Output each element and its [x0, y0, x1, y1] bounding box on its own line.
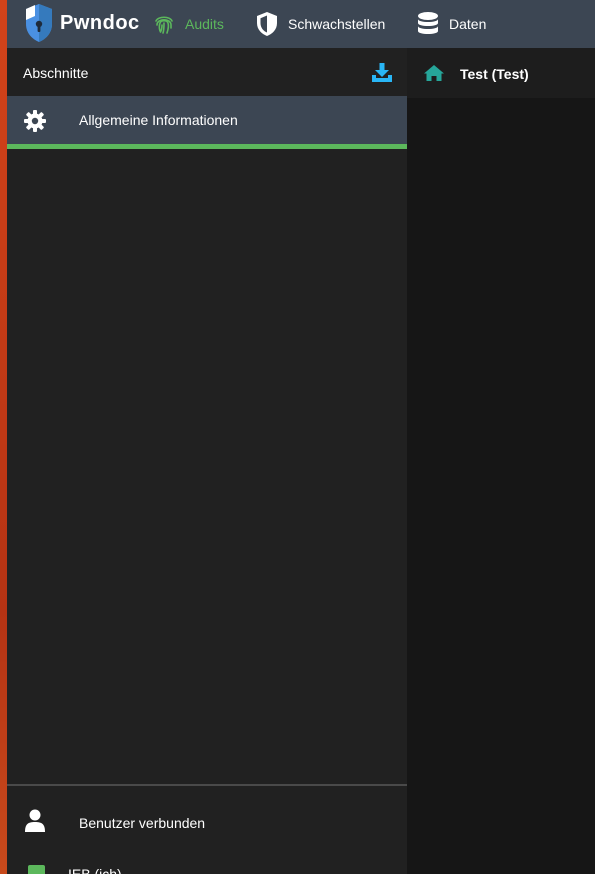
app-window: Pwndoc Audits Schwachstellen Daten Absch…	[0, 0, 595, 874]
pwndoc-logo-icon[interactable]	[23, 2, 55, 44]
main-content: Test (Test)	[407, 48, 595, 874]
home-icon[interactable]	[423, 64, 445, 82]
sidebar-divider	[7, 784, 407, 786]
connected-users-title: Benutzer verbunden	[79, 815, 206, 831]
shield-icon	[257, 12, 277, 36]
nav-vulnerabilities-label: Schwachstellen	[288, 16, 386, 32]
connected-users-header: Benutzer verbunden	[7, 796, 407, 848]
fingerprint-icon	[155, 16, 173, 34]
gear-icon	[24, 110, 46, 132]
sidebar: Abschnitte Allgemeine Informationen Benu…	[7, 48, 407, 874]
connected-user-name: IEB (ich)	[68, 866, 122, 874]
top-navbar: Pwndoc Audits Schwachstellen Daten	[7, 0, 595, 48]
audit-title: Test (Test)	[460, 66, 529, 82]
section-item-general-info[interactable]: Allgemeine Informationen	[7, 96, 407, 144]
sections-title: Abschnitte	[23, 65, 89, 81]
section-progress-fill	[7, 144, 407, 149]
nav-data[interactable]: Daten	[416, 0, 486, 48]
database-icon	[418, 12, 438, 34]
section-progress-bar	[7, 144, 407, 149]
nav-audits[interactable]: Audits	[152, 0, 224, 48]
section-item-label: Allgemeine Informationen	[79, 112, 238, 128]
user-status-indicator	[28, 865, 45, 874]
sections-header: Abschnitte	[7, 48, 407, 96]
connected-user-item: IEB (ich)	[7, 860, 407, 874]
brand-name[interactable]: Pwndoc	[60, 12, 140, 35]
breadcrumb: Test (Test)	[407, 48, 595, 98]
download-icon[interactable]	[371, 61, 393, 83]
user-icon	[25, 809, 45, 832]
nav-audits-label: Audits	[185, 16, 224, 32]
nav-vulnerabilities[interactable]: Schwachstellen	[255, 0, 385, 48]
window-edge	[0, 0, 7, 874]
nav-data-label: Daten	[449, 16, 487, 32]
